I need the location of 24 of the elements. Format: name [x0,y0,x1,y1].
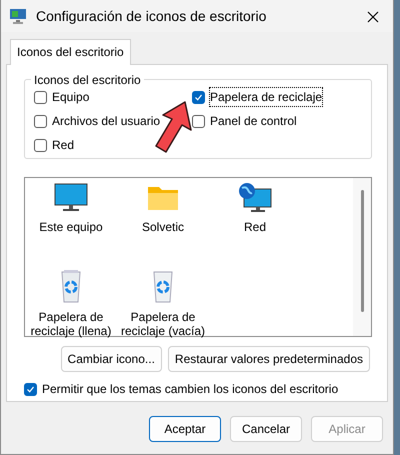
checkbox[interactable]: Papelera de reciclaje [192,88,322,106]
globe-monitor-icon[interactable] [238,182,272,214]
close-icon [367,10,379,23]
icon-label: Red [242,220,267,234]
scrollbar[interactable] [353,178,371,336]
checkmark-icon [194,92,203,102]
icon-label: Papelera de reciclaje (llena) [30,310,112,338]
checkmark-icon [26,384,35,394]
tab[interactable]: Iconos del escritorio [10,39,131,65]
checkbox[interactable]: Permitir que los temas cambien los iconos del escritorio [24,380,338,398]
window-title: Configuración de iconos de escritorio [36,6,266,26]
checkbox[interactable]: Panel de control [192,112,297,130]
checkbox[interactable]: Archivos del usuario [34,112,160,130]
checkbox[interactable]: Red [34,136,74,154]
monitor-icon[interactable] [54,182,88,214]
button[interactable]: Aceptar [149,416,221,442]
button[interactable]: Cambiar icono... [60,346,162,372]
checkbox[interactable]: Equipo [34,88,90,106]
app-icon [9,8,27,24]
icon-label: Papelera de reciclaje (vacía) [120,310,206,338]
button[interactable]: Cancelar [230,416,302,442]
icon-label: Solvetic [140,220,186,234]
icon-label: Este equipo [38,220,104,234]
button[interactable]: Restaurar valores predeterminados [168,346,370,372]
